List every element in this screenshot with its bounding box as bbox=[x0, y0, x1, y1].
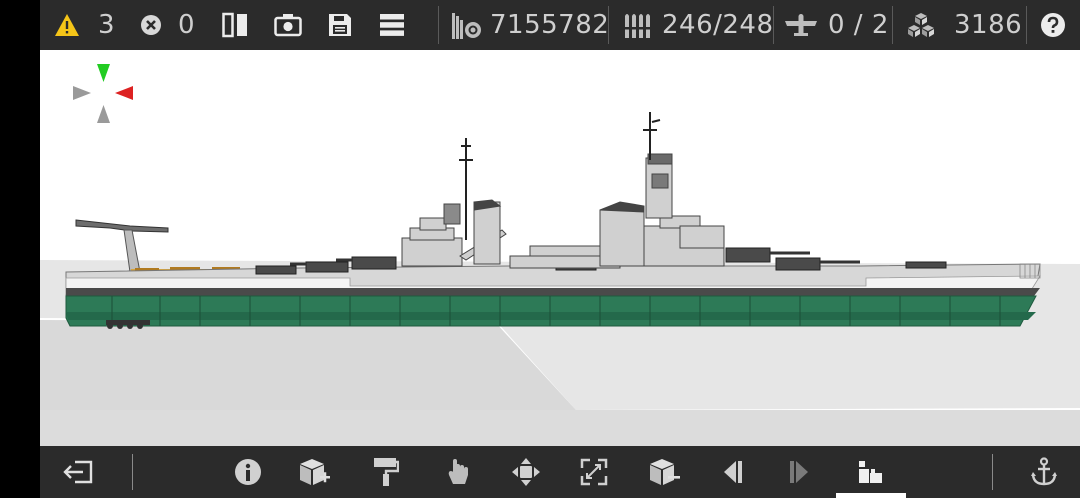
top-toolbar: 3 0 7155782 246/248 0 / 2 3186 bbox=[40, 0, 1080, 50]
mirror-icon bbox=[222, 12, 247, 38]
errors-count: 0 bbox=[178, 10, 196, 40]
bottom-toolbar bbox=[40, 446, 1080, 498]
warnings-indicator[interactable]: 3 bbox=[54, 0, 115, 50]
next-button[interactable] bbox=[778, 446, 822, 498]
toolbar-divider bbox=[1026, 6, 1027, 44]
cost-value: 7155782 bbox=[490, 10, 610, 40]
screenshot-button[interactable] bbox=[274, 0, 302, 50]
ground-plane-shadow bbox=[40, 320, 576, 410]
cost-icon bbox=[452, 13, 481, 39]
select-button[interactable] bbox=[436, 446, 480, 498]
anchor-button[interactable] bbox=[1022, 446, 1066, 498]
toolbar-divider bbox=[773, 6, 774, 44]
previous-button[interactable] bbox=[710, 446, 754, 498]
previous-icon bbox=[724, 461, 742, 483]
move-button[interactable] bbox=[504, 446, 548, 498]
info-icon bbox=[235, 459, 261, 485]
active-tab-indicator bbox=[836, 493, 906, 498]
anchor-icon bbox=[1031, 457, 1057, 486]
build-icon bbox=[859, 461, 882, 483]
remove-block-icon bbox=[650, 459, 680, 485]
ammo-icon bbox=[623, 14, 652, 38]
ship-viewport[interactable] bbox=[40, 50, 1080, 446]
exit-button[interactable] bbox=[56, 446, 100, 498]
paint-roller-icon bbox=[374, 458, 399, 486]
warning-icon bbox=[55, 14, 79, 36]
aft-superstructure bbox=[401, 199, 507, 267]
ammo-value: 246/248 bbox=[662, 10, 774, 40]
blocks-icon bbox=[908, 13, 934, 37]
hull-green bbox=[65, 295, 1037, 327]
build-mode-button[interactable] bbox=[848, 446, 892, 498]
blocks-indicator: 3186 bbox=[906, 0, 1022, 50]
resize-icon bbox=[580, 458, 608, 486]
bottom-divider bbox=[132, 454, 133, 490]
orientation-gizmo[interactable] bbox=[73, 64, 133, 123]
hull-belt-line bbox=[66, 288, 1040, 296]
resize-button[interactable] bbox=[572, 446, 616, 498]
menu-icon bbox=[380, 14, 404, 36]
errors-indicator[interactable]: 0 bbox=[140, 0, 195, 50]
move-icon bbox=[512, 458, 540, 486]
add-block-button[interactable] bbox=[292, 446, 336, 498]
forward-superstructure bbox=[599, 153, 725, 267]
add-block-icon bbox=[300, 459, 330, 485]
aircraft-value: 0 / 2 bbox=[828, 10, 889, 40]
toolbar-divider bbox=[438, 6, 439, 44]
help-icon bbox=[1041, 13, 1065, 37]
aft-mast bbox=[459, 138, 473, 240]
info-button[interactable] bbox=[226, 446, 270, 498]
menu-button[interactable] bbox=[380, 0, 404, 50]
toolbar-divider bbox=[608, 6, 609, 44]
forward-mast bbox=[643, 112, 661, 160]
error-icon bbox=[141, 15, 161, 35]
camera-icon bbox=[274, 14, 302, 37]
cost-indicator: 7155782 bbox=[452, 0, 609, 50]
next-icon bbox=[790, 461, 808, 483]
hand-icon bbox=[448, 459, 468, 484]
save-button[interactable] bbox=[328, 0, 352, 50]
ship-render bbox=[40, 64, 1080, 446]
aircraft-icon bbox=[785, 14, 817, 36]
app: 3 0 7155782 246/248 0 / 2 3186 bbox=[0, 0, 1080, 498]
toolbar-divider bbox=[892, 6, 893, 44]
aircraft-indicator: 0 / 2 bbox=[784, 0, 889, 50]
help-button[interactable] bbox=[1040, 0, 1066, 50]
mirror-button[interactable] bbox=[222, 0, 248, 50]
remove-block-button[interactable] bbox=[642, 446, 686, 498]
ammo-indicator: 246/248 bbox=[622, 0, 774, 50]
exit-icon bbox=[63, 460, 93, 484]
save-icon bbox=[329, 14, 351, 36]
blocks-value: 3186 bbox=[954, 10, 1023, 40]
warnings-count: 3 bbox=[98, 10, 116, 40]
paint-button[interactable] bbox=[364, 446, 408, 498]
bottom-divider bbox=[992, 454, 993, 490]
